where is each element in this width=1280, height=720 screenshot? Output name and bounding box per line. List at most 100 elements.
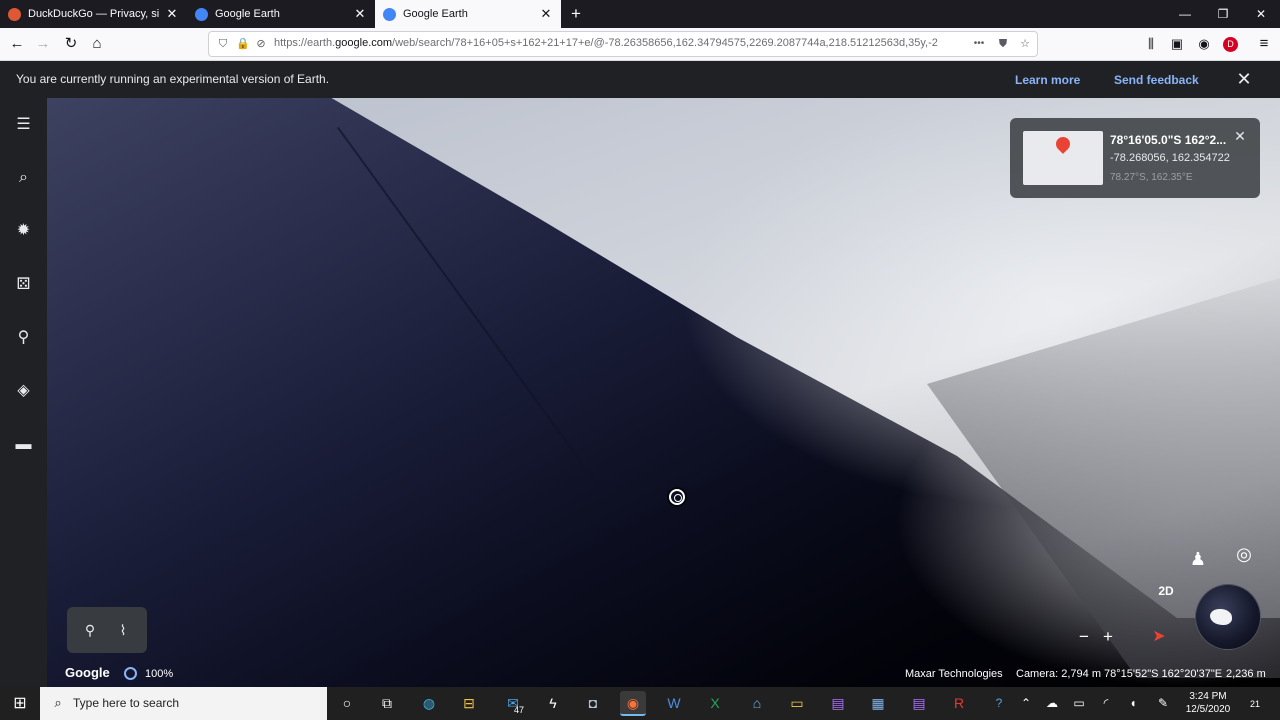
address-bar[interactable]: ⛉ 🔒 ⊘ https://earth.google.com/web/searc… [208, 31, 1038, 57]
network-app-icon[interactable]: ⌂ [744, 691, 770, 716]
url-text[interactable]: https://earth.google.com/web/search/78+1… [274, 37, 964, 49]
google-earth-favicon-icon [383, 7, 396, 21]
zoom-controls: − + [1070, 625, 1122, 649]
banner-close-icon[interactable]: ✕ [1234, 69, 1254, 89]
reload-button[interactable]: ↻ [58, 32, 84, 56]
clock-date: 12/5/2020 [1185, 704, 1231, 715]
twitch-studio-icon[interactable]: ▤ [906, 691, 932, 716]
zoom-out-button[interactable]: − [1072, 625, 1096, 649]
location-thumbnail[interactable] [1023, 131, 1103, 185]
file-explorer-icon[interactable]: ▭ [784, 691, 810, 716]
new-tab-button[interactable]: + [566, 3, 586, 25]
tab-close-icon[interactable]: ✕ [353, 6, 367, 22]
show-hidden-icons-icon[interactable]: ⌃ [1017, 694, 1035, 712]
edge-icon[interactable]: ◍ [416, 691, 442, 716]
experimental-banner: You are currently running an experimenta… [0, 61, 1280, 98]
pegman-icon[interactable]: ♟ [1186, 545, 1210, 573]
pocket-icon[interactable]: ⛊ [995, 36, 1011, 52]
volume-icon[interactable]: ◖ [1124, 694, 1142, 712]
page-actions-icon[interactable]: ••• [971, 36, 987, 52]
minimize-button[interactable]: — [1166, 0, 1204, 28]
store-icon[interactable]: ⊟ [456, 691, 482, 716]
location-info-card[interactable]: 78°16'05.0"S 162°2... -78.268056, 162.35… [1010, 118, 1260, 198]
tab-google-earth-active[interactable]: Google Earth ✕ [375, 0, 561, 28]
toggle-2d-button[interactable]: 2D [1152, 580, 1180, 602]
forward-button[interactable]: → [30, 32, 56, 56]
pen-icon[interactable]: ✎ [1154, 694, 1172, 712]
feeling-lucky-icon[interactable]: ⚄ [9, 271, 38, 299]
left-nav-rail: ☰ ⌕ ✹ ⚄ ⚲ ◈ ▬ [0, 98, 47, 687]
profile-avatar[interactable]: D [1223, 37, 1238, 52]
taskbar-search-placeholder: Type here to search [73, 696, 180, 710]
load-percent: 100% [145, 668, 174, 680]
tab-title: Google Earth [215, 8, 280, 20]
google-earth-favicon-icon [195, 7, 208, 21]
red-app-icon[interactable]: R [946, 691, 972, 716]
menu-icon[interactable]: ☰ [9, 111, 38, 139]
target-reticle-icon [669, 489, 685, 505]
system-clock[interactable]: 3:24 PM 12/5/2020 [1178, 690, 1238, 716]
clock-time: 3:24 PM [1189, 691, 1227, 702]
word-icon[interactable]: W [661, 691, 687, 716]
browser-tab-strip: DuckDuckGo — Privacy, simplified. ✕ Goog… [0, 0, 1280, 28]
camera-altitude: Camera: 2,794 m [1016, 668, 1101, 680]
tool-app-icon[interactable]: ϟ [540, 691, 566, 716]
my-location-icon[interactable]: ◎ [1231, 541, 1257, 567]
maximize-button[interactable]: ❐ [1204, 0, 1242, 28]
window-close-button[interactable]: ✕ [1242, 0, 1280, 28]
draw-line-icon[interactable]: ⌇ [112, 619, 134, 641]
library-icon[interactable]: ⫼ [1138, 32, 1164, 56]
google-logo: Google [65, 665, 110, 680]
tab-close-icon[interactable]: ✕ [165, 6, 179, 22]
tab-title: DuckDuckGo — Privacy, simplified. [28, 8, 159, 20]
tab-google-earth-1[interactable]: Google Earth ✕ [187, 0, 375, 28]
ground-elevation: 2,236 m [1226, 668, 1266, 680]
cloud-icon[interactable]: ☁ [1043, 694, 1061, 712]
measure-icon[interactable]: ▬ [9, 431, 38, 459]
mini-globe[interactable] [1195, 584, 1261, 650]
windows-taskbar: ⊞ ⌕ Type here to search ○ ⧉ ◍ ⊟ ✉ 47 ϟ ◘… [0, 687, 1280, 720]
twitch-icon[interactable]: ▤ [825, 691, 851, 716]
home-button[interactable]: ⌂ [84, 32, 110, 56]
account-icon[interactable]: ◉ [1191, 32, 1217, 56]
firefox-icon[interactable]: ◉ [620, 691, 646, 716]
tab-title: Google Earth [403, 8, 468, 20]
battery-icon[interactable]: ▭ [1070, 694, 1088, 712]
search-icon[interactable]: ⌕ [9, 164, 38, 192]
compass-icon[interactable]: ➤ [1147, 624, 1171, 650]
task-view-icon[interactable]: ⧉ [374, 691, 400, 716]
projects-icon[interactable]: ⚲ [9, 324, 38, 352]
excel-icon[interactable]: X [702, 691, 728, 716]
tab-close-icon[interactable]: ✕ [539, 6, 553, 22]
send-feedback-link[interactable]: Send feedback [1114, 73, 1199, 87]
drawing-tools-pad: ⚲ ⌇ [67, 607, 147, 653]
tab-duckduckgo[interactable]: DuckDuckGo — Privacy, simplified. ✕ [0, 0, 187, 28]
help-icon[interactable]: ? [990, 694, 1008, 712]
info-card-close-icon[interactable]: ✕ [1232, 128, 1248, 144]
camera-app-icon[interactable]: ◘ [580, 691, 606, 716]
tracking-shield-icon[interactable]: ⛉ [215, 36, 231, 52]
browser-toolbar: ← → ↻ ⌂ ⛉ 🔒 ⊘ https://earth.google.com/w… [0, 28, 1280, 61]
back-button[interactable]: ← [4, 32, 30, 56]
duckduckgo-favicon-icon [8, 7, 21, 21]
wifi-icon[interactable]: ◜ [1097, 694, 1115, 712]
learn-more-link[interactable]: Learn more [1015, 73, 1080, 87]
permissions-icon[interactable]: ⊘ [253, 36, 269, 52]
zoom-in-button[interactable]: + [1096, 625, 1120, 649]
voyager-icon[interactable]: ✹ [9, 217, 38, 245]
imagery-attribution[interactable]: Maxar Technologies [905, 668, 1003, 680]
map-style-icon[interactable]: ◈ [9, 377, 38, 405]
loading-ring-icon [124, 667, 137, 680]
cursor-coordinates: 78°15'52"S 162°20'37"E [1104, 668, 1223, 680]
calculator-icon[interactable]: ▦ [865, 691, 891, 716]
lock-icon[interactable]: 🔒 [235, 36, 251, 52]
cortana-icon[interactable]: ○ [334, 691, 360, 716]
add-placemark-icon[interactable]: ⚲ [79, 619, 101, 641]
windows-start-icon[interactable]: ⊞ [0, 687, 40, 720]
bookmark-star-icon[interactable]: ☆ [1017, 36, 1033, 52]
notification-count: 21 [1249, 699, 1260, 709]
taskbar-search-box[interactable]: ⌕ Type here to search [40, 687, 327, 720]
sidebar-icon[interactable]: ▣ [1164, 32, 1190, 56]
hamburger-menu-icon[interactable]: ≡ [1251, 32, 1277, 56]
notification-center-icon[interactable]: 21 [1244, 694, 1266, 712]
